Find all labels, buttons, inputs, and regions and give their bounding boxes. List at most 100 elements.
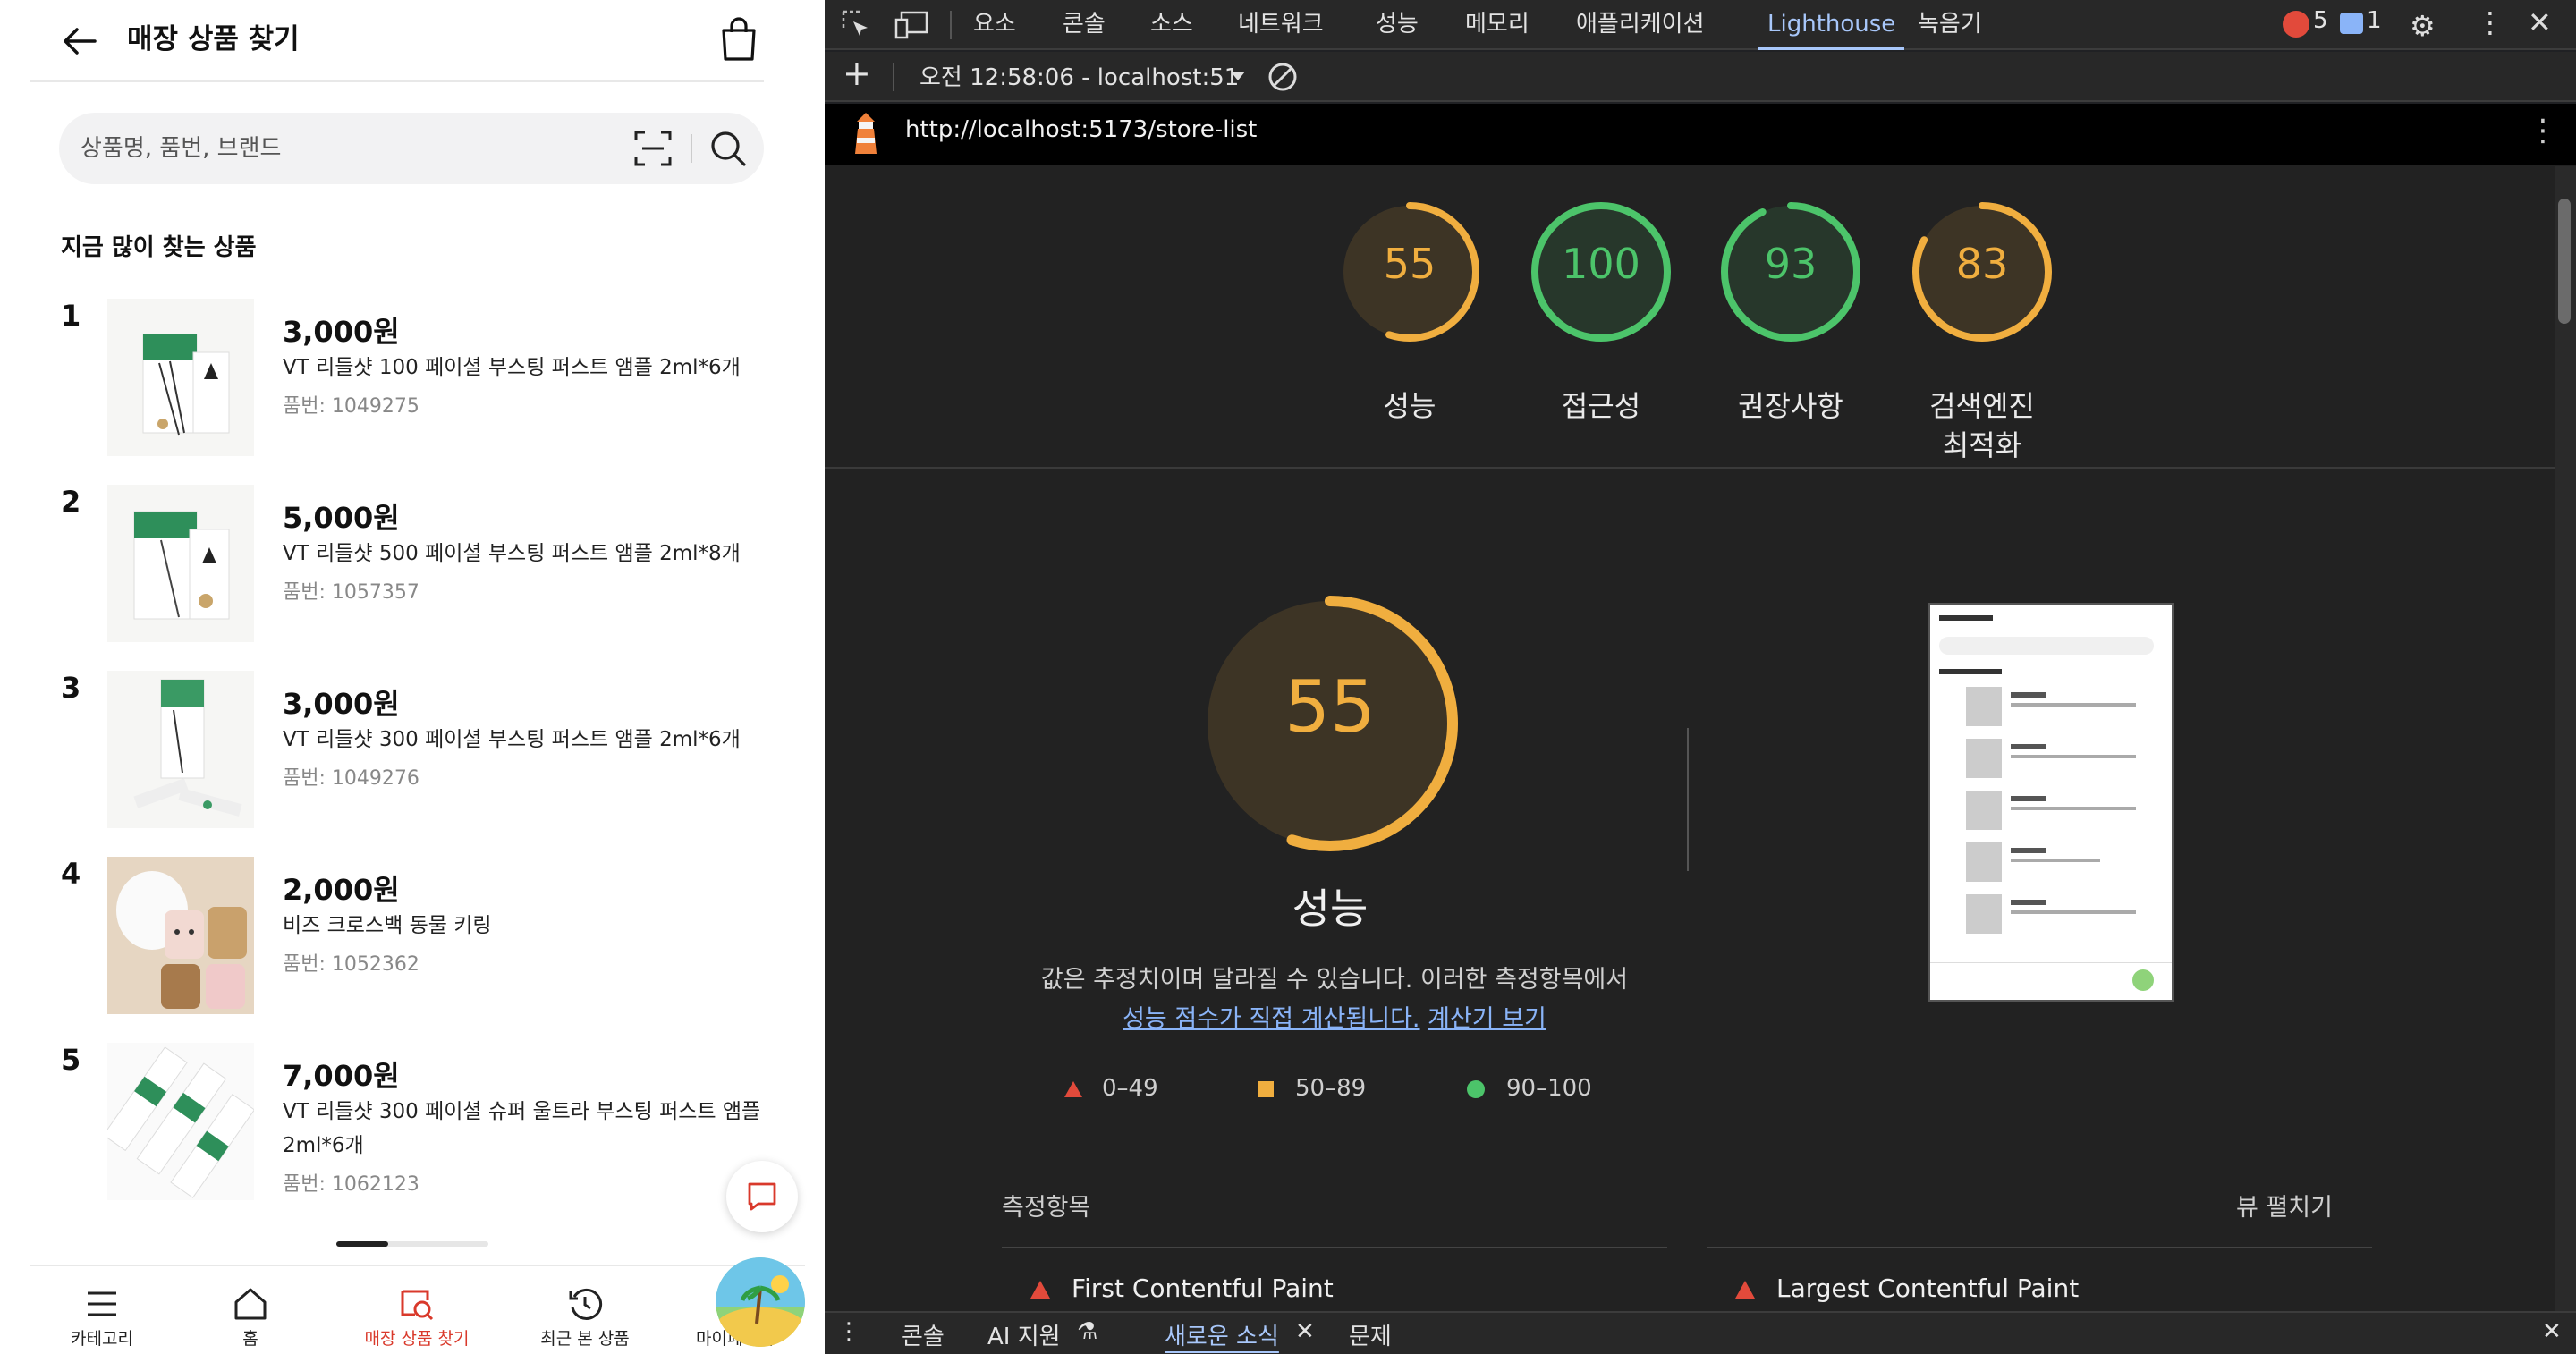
legend-pass: 90–100 xyxy=(1467,1075,1592,1102)
product-item[interactable]: 2 5,000원 VT 리들샷 500 페이셜 부스팅 퍼스트 앰플 2ml*8… xyxy=(59,485,775,646)
product-code: 품번: 1052362 xyxy=(283,953,419,976)
barcode-scan-icon[interactable] xyxy=(633,129,673,168)
tab-lighthouse[interactable]: Lighthouse xyxy=(1758,0,1905,50)
flask-icon: ⚗ xyxy=(1077,1318,1098,1345)
error-count[interactable]: 5 xyxy=(2313,7,2328,34)
report-scrollbar[interactable] xyxy=(2555,166,2576,1311)
score-calc-link[interactable]: 성능 점수가 직접 계산됩니다. xyxy=(1123,1005,1419,1033)
dropdown-arrow-icon[interactable] xyxy=(1231,72,1245,80)
nav-category[interactable]: 카테고리 xyxy=(30,1266,174,1354)
devtools-tabbar: 요소 콘솔 소스 네트워크 성능 메모리 애플리케이션 Lighthouse 녹… xyxy=(825,0,2576,50)
page-screenshot-thumbnail[interactable] xyxy=(1928,603,2174,1002)
settings-gear-icon[interactable]: ⚙ xyxy=(2410,9,2436,43)
scrollbar-thumb[interactable] xyxy=(2558,199,2571,324)
report-selector[interactable]: 오전 12:58:06 - localhost:51 xyxy=(919,59,1239,92)
nav-recent[interactable]: 최근 본 상품 xyxy=(513,1266,657,1354)
tab-sources[interactable]: 소스 xyxy=(1150,0,1193,50)
product-price: 3,000원 xyxy=(283,687,400,721)
nav-store-search[interactable]: 매장 상품 찾기 xyxy=(345,1266,488,1354)
store-search-icon xyxy=(401,1290,434,1321)
close-tab-icon[interactable]: ✕ xyxy=(1295,1318,1315,1345)
score-gauge-seo[interactable]: 83 검색엔진 최적화 xyxy=(1911,200,2054,462)
nav-home[interactable]: 홈 xyxy=(179,1266,322,1354)
tab-network[interactable]: 네트워크 xyxy=(1238,0,1324,50)
product-item[interactable]: 5 7,000원 VT 리들샷 300 페이셜 슈퍼 울트라 부스팅 퍼스트 앰… xyxy=(59,1043,775,1204)
inspect-element-icon[interactable] xyxy=(841,9,873,41)
fail-triangle-icon xyxy=(1735,1281,1755,1299)
score-label: 성능 xyxy=(1383,389,1436,423)
score-label: 권장사항 xyxy=(1738,389,1843,423)
drawer-tab-ai[interactable]: AI 지원 xyxy=(987,1318,1061,1351)
clear-icon[interactable] xyxy=(1267,61,1299,93)
drawer-tab-issues[interactable]: 문제 xyxy=(1349,1318,1392,1351)
nav-label: 홈 xyxy=(242,1329,258,1349)
score-label: 검색엔진 최적화 xyxy=(1929,389,2035,462)
tab-application[interactable]: 애플리케이션 xyxy=(1576,0,1705,50)
average-square-icon xyxy=(1258,1080,1274,1097)
product-item[interactable]: 4 2,000원 비즈 크로스백 동물 키링 품번: 1052362 xyxy=(59,857,775,1018)
product-price: 2,000원 xyxy=(283,873,400,907)
store-app: 매장 상품 찾기 지금 많이 찾는 상품 1 3,000원 VT 리들샷 100… xyxy=(0,0,825,1354)
report-menu-icon[interactable]: ⋮ xyxy=(2528,113,2558,148)
history-icon xyxy=(569,1288,603,1320)
message-count[interactable]: 1 xyxy=(2367,7,2382,34)
metrics-divider xyxy=(1707,1247,2372,1248)
legend-fail: 0–49 xyxy=(1064,1075,1158,1102)
metrics-divider xyxy=(1002,1247,1667,1248)
report-url[interactable]: http://localhost:5173/store-list xyxy=(905,116,1257,143)
expand-view-toggle[interactable]: 뷰 펼치기 xyxy=(2236,1188,2333,1223)
drawer-tab-console[interactable]: 콘솔 xyxy=(902,1318,945,1351)
chat-button[interactable] xyxy=(726,1161,798,1232)
device-toolbar-icon[interactable] xyxy=(894,9,930,41)
devtools-panel: 요소 콘솔 소스 네트워크 성능 메모리 애플리케이션 Lighthouse 녹… xyxy=(825,0,2576,1354)
search-input[interactable] xyxy=(79,131,580,166)
score-label: 접근성 xyxy=(1561,389,1641,423)
tab-performance[interactable]: 성능 xyxy=(1376,0,1419,50)
product-price: 3,000원 xyxy=(283,315,400,349)
avatar[interactable] xyxy=(716,1257,805,1347)
toolbar-divider xyxy=(950,11,952,39)
product-rank: 2 xyxy=(61,485,81,519)
score-gauge-performance[interactable]: 55 성능 xyxy=(1338,200,1481,433)
error-icon[interactable] xyxy=(2283,11,2309,38)
message-icon[interactable] xyxy=(2340,13,2363,34)
product-item[interactable]: 1 3,000원 VT 리들샷 100 페이셜 부스팅 퍼스트 앰플 2ml*6… xyxy=(59,299,775,460)
product-item[interactable]: 3 3,000원 VT 리들샷 300 페이셜 부스팅 퍼스트 앰플 2ml*6… xyxy=(59,671,775,832)
product-price: 5,000원 xyxy=(283,501,400,535)
product-image xyxy=(107,857,254,1014)
product-image xyxy=(107,485,254,642)
product-name: VT 리들샷 100 페이셜 부스팅 퍼스트 앰플 2ml*6개 xyxy=(283,356,741,379)
tab-console[interactable]: 콘솔 xyxy=(1063,0,1106,50)
product-code: 품번: 1049276 xyxy=(283,767,419,790)
section-title: 지금 많이 찾는 상품 xyxy=(61,234,257,261)
calculator-link[interactable]: 계산기 보기 xyxy=(1428,1005,1546,1033)
score-gauge-accessibility[interactable]: 100 접근성 xyxy=(1530,200,1673,433)
product-code: 품번: 1057357 xyxy=(283,581,419,604)
tab-elements[interactable]: 요소 xyxy=(973,0,1016,50)
shopping-bag-icon[interactable] xyxy=(717,16,760,63)
close-devtools-icon[interactable]: ✕ xyxy=(2528,5,2552,39)
drawer-menu-icon[interactable]: ⋮ xyxy=(837,1318,860,1345)
product-image xyxy=(107,671,254,828)
back-arrow-icon[interactable] xyxy=(59,20,102,63)
performance-title: 성능 xyxy=(1292,884,1368,933)
legend-range: 50–89 xyxy=(1295,1075,1367,1102)
more-options-icon[interactable]: ⋮ xyxy=(2476,5,2504,39)
score-gauge-best-practices[interactable]: 93 권장사항 xyxy=(1719,200,1862,433)
drawer-tab-whats-new[interactable]: 새로운 소식 xyxy=(1165,1318,1279,1351)
report-url-bar: http://localhost:5173/store-list ⋮ xyxy=(825,104,2576,165)
product-image xyxy=(107,299,254,456)
search-icon[interactable] xyxy=(707,127,750,170)
page-title: 매장 상품 찾기 xyxy=(127,23,300,55)
close-drawer-icon[interactable]: ✕ xyxy=(2542,1318,2562,1345)
product-name: VT 리들샷 300 페이셜 슈퍼 울트라 부스팅 퍼스트 앰플 2ml*6개 xyxy=(283,1100,761,1157)
divider xyxy=(1687,728,1689,871)
product-rank: 1 xyxy=(61,299,81,333)
product-name: VT 리들샷 500 페이셜 부스팅 퍼스트 앰플 2ml*8개 xyxy=(283,542,741,565)
tab-recorder[interactable]: 녹음기 xyxy=(1918,0,1982,50)
tab-memory[interactable]: 메모리 xyxy=(1465,0,1530,50)
new-report-icon[interactable]: + xyxy=(843,54,871,93)
metrics-heading: 측정항목 xyxy=(1002,1194,1091,1222)
legend-average: 50–89 xyxy=(1258,1075,1366,1102)
metric-fcp: First Contentful Paint xyxy=(1030,1274,1334,1303)
